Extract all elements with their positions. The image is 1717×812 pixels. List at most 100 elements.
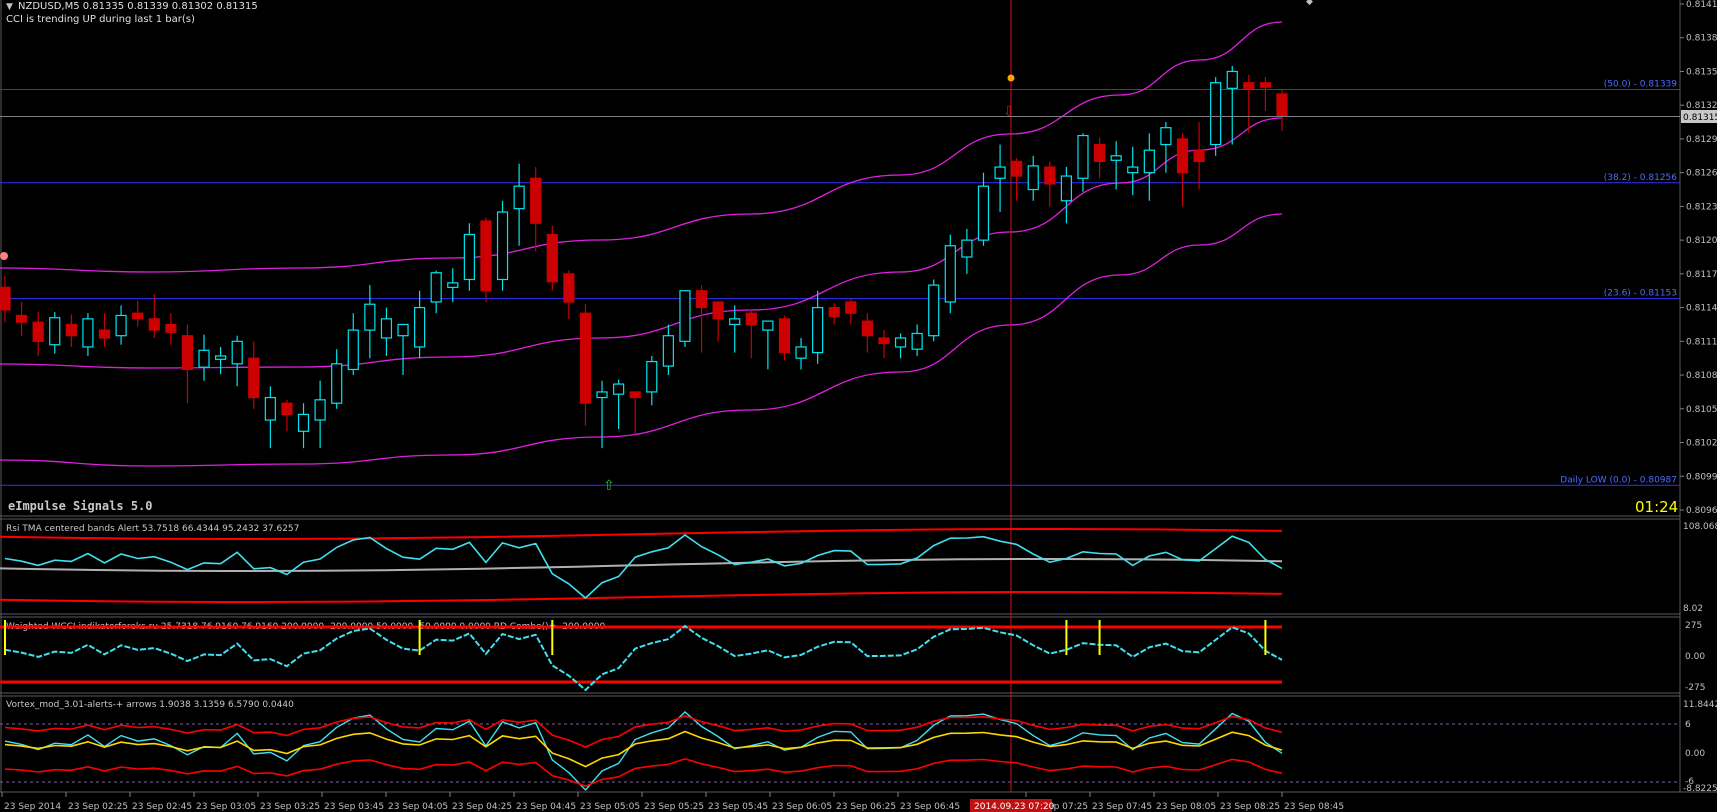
price-tick-label: 0.81415 (1686, 0, 1717, 10)
bullish-candle[interactable] (961, 239, 973, 258)
bearish-candle[interactable] (281, 402, 293, 416)
bullish-candle[interactable] (1226, 70, 1238, 89)
rsi-title: Rsi TMA centered bands Alert 53.7518 66.… (6, 524, 299, 534)
bullish-candle[interactable] (314, 399, 326, 421)
rsi-top-label: 108.068 (1683, 522, 1717, 532)
bearish-candle[interactable] (845, 301, 857, 314)
bullish-candle[interactable] (397, 323, 409, 337)
bearish-candle[interactable] (828, 307, 840, 318)
bullish-candle[interactable] (679, 290, 691, 342)
bearish-candle[interactable] (629, 391, 641, 399)
bullish-candle[interactable] (795, 346, 807, 359)
bearish-candle[interactable] (579, 312, 592, 404)
bearish-candle[interactable] (1259, 82, 1272, 88)
bearish-candle[interactable] (32, 321, 44, 342)
time-tick-label: 23 Sep 2014 (4, 802, 61, 812)
bullish-candle[interactable] (414, 307, 426, 348)
bearish-candle[interactable] (148, 318, 160, 331)
bearish-candle[interactable] (745, 312, 757, 326)
bearish-candle[interactable] (1176, 138, 1189, 174)
bullish-candle[interactable] (911, 332, 923, 350)
time-tick-label: 23 Sep 07:45 (1092, 802, 1152, 812)
bearish-candle[interactable] (65, 323, 77, 337)
bullish-candle[interactable] (447, 282, 459, 288)
bullish-candle[interactable] (812, 307, 824, 354)
time-tick-label: 23 Sep 06:05 (772, 802, 832, 812)
bearish-candle[interactable] (861, 320, 873, 337)
bullish-candle[interactable] (231, 340, 243, 365)
fib-level-label: Daily LOW (0.0) - 0.80987 (1560, 475, 1677, 485)
bullish-candle[interactable] (1210, 82, 1222, 146)
bearish-candle[interactable] (1243, 82, 1255, 89)
vortex-tick-1: 11.8442 (1683, 700, 1717, 710)
bullish-candle[interactable] (1160, 127, 1172, 146)
bullish-candle[interactable] (613, 383, 625, 395)
time-tick-label: 23 Sep 04:25 (452, 802, 512, 812)
bullish-candle[interactable] (496, 211, 509, 281)
bullish-candle[interactable] (463, 233, 475, 281)
bullish-candle[interactable] (646, 360, 658, 393)
bearish-candle[interactable] (1093, 143, 1106, 163)
bullish-candle[interactable] (928, 284, 940, 337)
bullish-candle[interactable] (430, 272, 442, 303)
bullish-candle[interactable] (894, 337, 907, 348)
fib-level-label: (50.0) - 0.81339 (1604, 79, 1678, 89)
bearish-candle[interactable] (878, 337, 890, 345)
time-tick-label: 23 Sep 04:05 (388, 802, 448, 812)
rsi-bottom-label: 8.02 (1683, 604, 1703, 614)
bearish-candle[interactable] (15, 314, 28, 323)
trading-chart[interactable]: (50.0) - 0.81339 (38.2) - 0.81256 (23.6) -… (0, 0, 1717, 812)
bearish-candle[interactable] (165, 323, 177, 333)
up-arrow-icon: ⇧ (603, 478, 615, 494)
bullish-candle[interactable] (994, 166, 1006, 179)
bearish-candle[interactable] (563, 273, 575, 303)
bullish-candle[interactable] (596, 391, 608, 399)
bearish-candle[interactable] (0, 286, 11, 311)
bullish-candle[interactable] (762, 320, 774, 331)
bearish-candle[interactable] (1276, 93, 1288, 118)
menu-triangle-icon[interactable]: ▼ (6, 2, 13, 12)
bearish-candle[interactable] (132, 312, 144, 320)
current-price-label: 0.81315 (1683, 113, 1717, 123)
bullish-candle[interactable] (49, 317, 61, 346)
wcci-tick-top: 275 (1685, 621, 1702, 631)
bearish-candle[interactable] (248, 357, 260, 399)
bullish-candle[interactable] (198, 349, 210, 368)
bullish-candle[interactable] (662, 335, 674, 367)
bullish-candle[interactable] (977, 185, 990, 241)
time-tick-label: 23 Sep 03:25 (260, 802, 320, 812)
price-tick-label: 0.81115 (1686, 337, 1717, 347)
bearish-candle[interactable] (530, 177, 542, 224)
bullish-candle[interactable] (513, 185, 525, 210)
bullish-candle[interactable] (1143, 149, 1155, 174)
bearish-candle[interactable] (712, 301, 724, 320)
bullish-candle[interactable] (82, 318, 94, 348)
bearish-candle[interactable] (778, 318, 791, 354)
bullish-candle[interactable] (364, 303, 376, 331)
time-tick-label: 23 Sep 02:25 (68, 802, 128, 812)
bearish-candle[interactable] (695, 290, 708, 309)
bullish-candle[interactable] (347, 329, 359, 371)
bullish-candle[interactable] (115, 314, 127, 337)
symbol-line: NZDUSD,M5 0.81335 0.81339 0.81302 0.8131… (18, 1, 258, 12)
bearish-candle[interactable] (1011, 160, 1023, 177)
bearish-candle[interactable] (1044, 166, 1056, 185)
bullish-candle[interactable] (264, 396, 276, 421)
bearish-candle[interactable] (480, 220, 492, 292)
bullish-candle[interactable] (944, 245, 956, 303)
bullish-candle[interactable] (380, 318, 393, 339)
bearish-candle[interactable] (1193, 149, 1205, 163)
bearish-candle[interactable] (98, 329, 111, 339)
bullish-candle[interactable] (1027, 165, 1039, 191)
bullish-candle[interactable] (1077, 134, 1089, 179)
bullish-candle[interactable] (214, 355, 227, 360)
bearish-candle[interactable] (546, 233, 558, 283)
bullish-candle[interactable] (1127, 166, 1139, 174)
bullish-candle[interactable] (331, 363, 343, 404)
price-tick-label: 0.81175 (1686, 270, 1717, 280)
bullish-candle[interactable] (1060, 175, 1073, 202)
bullish-candle[interactable] (729, 318, 741, 326)
bearish-candle[interactable] (181, 335, 194, 371)
bullish-candle[interactable] (297, 413, 310, 432)
bullish-candle[interactable] (1110, 155, 1122, 161)
